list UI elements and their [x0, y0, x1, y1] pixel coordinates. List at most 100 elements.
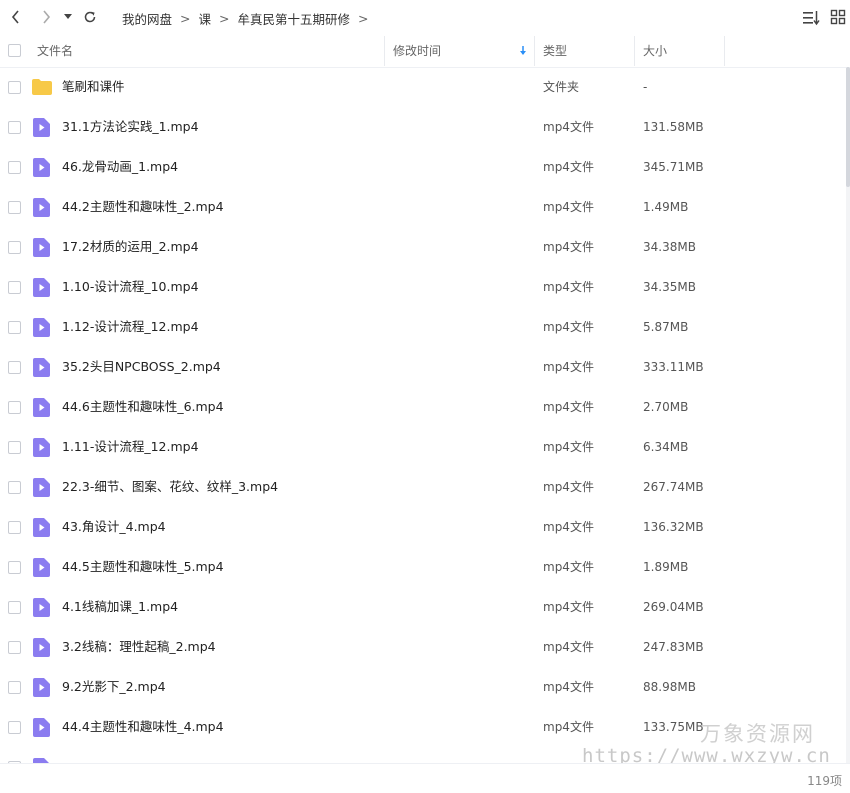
file-size: 131.58MB [643, 120, 704, 134]
file-row[interactable]: 9.2光影下_2.mp4 mp4文件 88.98MB [0, 667, 846, 707]
row-checkbox[interactable] [8, 241, 21, 254]
file-row[interactable]: 44.2主题性和趣味性_2.mp4 mp4文件 1.49MB [0, 187, 846, 227]
file-name[interactable]: 43.角设计_4.mp4 [62, 507, 166, 547]
file-name[interactable]: 笔刷和课件 [62, 67, 125, 107]
watermark-title: 万象资源网 [700, 722, 815, 746]
breadcrumb-item-my-drive[interactable]: 我的网盘 [122, 9, 172, 28]
file-row[interactable]: 22.3-细节、图案、花纹、纹样_3.mp4 mp4文件 267.74MB [0, 467, 846, 507]
column-divider[interactable] [634, 36, 635, 66]
row-checkbox[interactable] [8, 681, 21, 694]
file-row[interactable]: 17.2材质的运用_2.mp4 mp4文件 34.38MB [0, 227, 846, 267]
file-size: 269.04MB [643, 600, 704, 614]
file-name[interactable]: 44.2主题性和趣味性_2.mp4 [62, 187, 224, 227]
select-all-checkbox[interactable] [8, 44, 21, 57]
file-name[interactable]: 44.4主题性和趣味性_4.mp4 [62, 707, 224, 747]
file-type: mp4文件 [543, 720, 594, 734]
file-type: mp4文件 [543, 240, 594, 254]
file-name[interactable]: 44.6主题性和趣味性_6.mp4 [62, 387, 224, 427]
column-divider[interactable] [534, 36, 535, 66]
file-size: 1.49MB [643, 200, 689, 214]
file-name[interactable]: 44.5主题性和趣味性_5.mp4 [62, 547, 224, 587]
row-checkbox[interactable] [8, 201, 21, 214]
file-name[interactable]: 22.3-细节、图案、花纹、纹样_3.mp4 [62, 467, 278, 507]
row-checkbox[interactable] [8, 641, 21, 654]
file-type: mp4文件 [543, 320, 594, 334]
row-checkbox[interactable] [8, 401, 21, 414]
forward-button[interactable] [36, 7, 56, 27]
file-size: 2.70MB [643, 400, 689, 414]
scrollbar[interactable] [846, 67, 850, 763]
column-name[interactable]: 文件名 [37, 34, 73, 67]
refresh-button[interactable] [80, 7, 100, 27]
video-file-icon [33, 558, 50, 577]
file-row[interactable]: 1.12-设计流程_12.mp4 mp4文件 5.87MB [0, 307, 846, 347]
file-row[interactable]: 46.龙骨动画_1.mp4 mp4文件 345.71MB [0, 147, 846, 187]
file-type: mp4文件 [543, 120, 594, 134]
file-type: mp4文件 [543, 600, 594, 614]
file-name[interactable]: 9.2光影下_2.mp4 [62, 667, 166, 707]
file-name[interactable]: 31.1方法论实践_1.mp4 [62, 107, 199, 147]
scrollbar-thumb[interactable] [846, 67, 850, 187]
breadcrumb-separator: > [358, 11, 369, 26]
file-size: - [643, 80, 648, 94]
video-file-icon [33, 478, 50, 497]
file-row[interactable]: 31.1方法论实践_1.mp4 mp4文件 131.58MB [0, 107, 846, 147]
grid-view-button[interactable] [830, 9, 848, 27]
item-count: 119项 [807, 774, 842, 788]
row-checkbox[interactable] [8, 481, 21, 494]
file-name[interactable]: 17.2材质的运用_2.mp4 [62, 227, 199, 267]
file-name[interactable]: 46.龙骨动画_1.mp4 [62, 147, 178, 187]
file-row[interactable]: 44.6主题性和趣味性_6.mp4 mp4文件 2.70MB [0, 387, 846, 427]
video-file-icon [33, 438, 50, 457]
sort-button[interactable] [802, 9, 820, 27]
video-file-icon [33, 398, 50, 417]
file-size: 133.75MB [643, 720, 704, 734]
file-type: mp4文件 [543, 200, 594, 214]
row-checkbox[interactable] [8, 441, 21, 454]
video-file-icon [33, 278, 50, 297]
history-dropdown[interactable] [60, 7, 76, 27]
file-name[interactable]: 1.10-设计流程_10.mp4 [62, 267, 199, 307]
column-size[interactable]: 大小 [643, 34, 667, 67]
file-name[interactable]: 3.2线稿：理性起稿_2.mp4 [62, 627, 216, 667]
breadcrumb-item-current-folder[interactable]: 牟真民第十五期研修 [238, 9, 351, 28]
video-file-icon [33, 598, 50, 617]
back-button[interactable] [6, 7, 26, 27]
row-checkbox[interactable] [8, 161, 21, 174]
row-checkbox[interactable] [8, 601, 21, 614]
file-name[interactable]: 1.11-设计流程_12.mp4 [62, 427, 199, 467]
file-row[interactable]: 43.角设计_4.mp4 mp4文件 136.32MB [0, 507, 846, 547]
file-row[interactable]: 4.1线稿加课_1.mp4 mp4文件 269.04MB [0, 587, 846, 627]
row-checkbox[interactable] [8, 281, 21, 294]
file-type: mp4文件 [543, 280, 594, 294]
row-checkbox[interactable] [8, 81, 21, 94]
column-type[interactable]: 类型 [543, 34, 567, 67]
file-row[interactable]: 3.2线稿：理性起稿_2.mp4 mp4文件 247.83MB [0, 627, 846, 667]
chevron-right-icon [43, 10, 51, 24]
row-checkbox[interactable] [8, 321, 21, 334]
refresh-icon [84, 11, 96, 23]
file-name[interactable]: 35.2头目NPCBOSS_2.mp4 [62, 347, 221, 387]
file-row[interactable]: 1.11-设计流程_12.mp4 mp4文件 6.34MB [0, 427, 846, 467]
row-checkbox[interactable] [8, 361, 21, 374]
column-divider[interactable] [724, 36, 725, 66]
row-checkbox[interactable] [8, 121, 21, 134]
file-type: mp4文件 [543, 400, 594, 414]
column-modified[interactable]: 修改时间 [393, 34, 441, 67]
file-row[interactable]: 44.5主题性和趣味性_5.mp4 mp4文件 1.89MB [0, 547, 846, 587]
breadcrumb-separator: > [219, 11, 230, 26]
file-name[interactable]: 4.1线稿加课_1.mp4 [62, 587, 178, 627]
folder-row[interactable]: 笔刷和课件 文件夹 - [0, 67, 846, 107]
video-file-icon [33, 718, 50, 737]
file-row[interactable]: 35.2头目NPCBOSS_2.mp4 mp4文件 333.11MB [0, 347, 846, 387]
breadcrumb-item-course[interactable]: 课 [199, 9, 212, 28]
file-row[interactable]: 1.10-设计流程_10.mp4 mp4文件 34.35MB [0, 267, 846, 307]
file-name[interactable]: 1.12-设计流程_12.mp4 [62, 307, 199, 347]
row-checkbox[interactable] [8, 521, 21, 534]
file-type: mp4文件 [543, 440, 594, 454]
row-checkbox[interactable] [8, 721, 21, 734]
row-checkbox[interactable] [8, 561, 21, 574]
video-file-icon [33, 678, 50, 697]
column-divider[interactable] [384, 36, 385, 66]
file-size: 136.32MB [643, 520, 704, 534]
